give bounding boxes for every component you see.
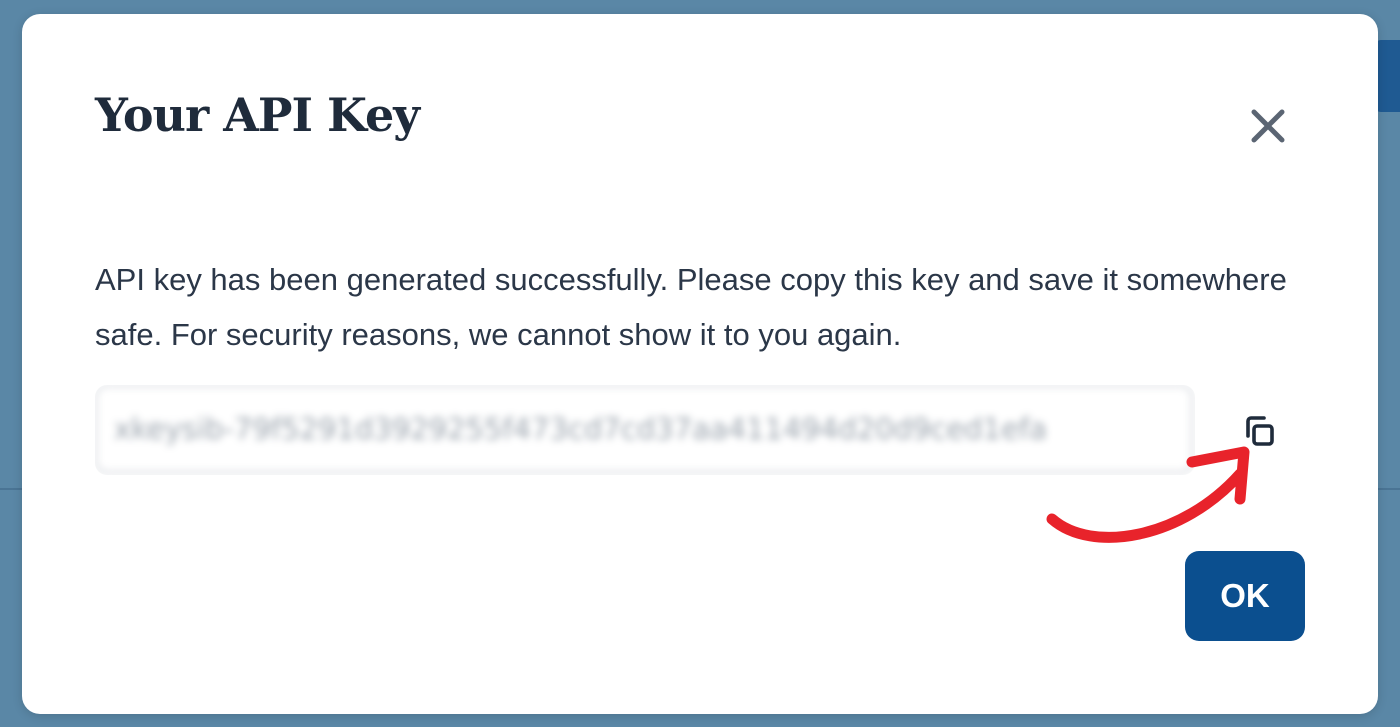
copy-icon — [1246, 416, 1274, 446]
background-button — [1375, 40, 1400, 112]
dialog-title: Your API Key — [95, 88, 420, 142]
api-key-field-wrapper — [95, 385, 1195, 475]
api-key-field[interactable] — [95, 385, 1193, 473]
dialog-message: API key has been generated successfully.… — [95, 262, 1287, 352]
close-icon — [1251, 109, 1285, 143]
close-button[interactable] — [1244, 102, 1292, 150]
copy-button[interactable] — [1234, 410, 1282, 458]
ok-button[interactable]: OK — [1185, 551, 1305, 641]
api-key-dialog: Your API Key API key has been generated … — [22, 14, 1378, 714]
